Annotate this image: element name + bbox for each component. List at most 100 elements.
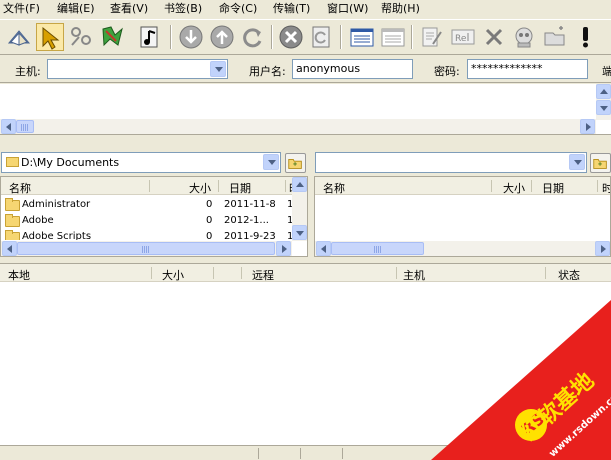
upload-icon[interactable] — [208, 23, 236, 51]
list-item[interactable]: Administrator 0 2011-11-8 1 — [1, 197, 293, 213]
col-divider[interactable] — [149, 180, 150, 192]
col-size[interactable]: 大小 — [189, 180, 211, 196]
scroll-left-icon[interactable] — [2, 241, 17, 256]
host-dropdown-button[interactable] — [210, 61, 226, 77]
queue-col-remote[interactable]: 远程 — [252, 267, 274, 283]
col-divider[interactable] — [241, 267, 242, 279]
rename-icon[interactable]: Re — [449, 23, 477, 51]
local-browse-folder-icon[interactable] — [285, 153, 306, 173]
menu-file[interactable]: 文件(F) — [3, 2, 40, 15]
remote-horizontal-scrollbar[interactable] — [315, 241, 610, 256]
menu-window[interactable]: 窗口(W) — [327, 2, 368, 15]
col-name[interactable]: 名称 — [323, 180, 345, 196]
disconnect-icon[interactable] — [98, 23, 126, 51]
queue-col-local[interactable]: 本地 — [8, 267, 30, 283]
music-icon[interactable] — [137, 23, 165, 51]
col-date[interactable]: 日期 — [229, 180, 251, 196]
scrollbar-thumb[interactable] — [16, 120, 34, 133]
local-path-combobox[interactable]: D:\My Documents — [1, 152, 281, 173]
stop-icon[interactable] — [277, 23, 305, 51]
toolbar: Re — [0, 19, 611, 55]
scroll-left-icon[interactable] — [316, 241, 331, 256]
scrollbar-thumb[interactable] — [331, 242, 424, 255]
list-item[interactable]: Adobe Scripts 0 2011-9-23 1 — [1, 229, 292, 240]
local-path-dropdown-button[interactable] — [263, 154, 279, 170]
local-pane: D:\My Documents 名称 大小 日期 时 Administrator… — [0, 146, 308, 259]
status-cell — [258, 448, 298, 459]
info-icon[interactable] — [572, 23, 600, 51]
password-label: 密码: — [434, 65, 460, 78]
download-icon[interactable] — [177, 23, 205, 51]
password-value: ************* — [471, 62, 543, 75]
queue-col-status[interactable]: 状态 — [558, 267, 580, 283]
remote-path-dropdown-button[interactable] — [569, 154, 585, 170]
scroll-left-icon[interactable] — [1, 119, 16, 134]
quickconnect-bar: 主机: 用户名: anonymous 密码: ************* 端 — [0, 56, 611, 83]
scroll-right-icon[interactable] — [580, 119, 595, 134]
col-divider[interactable] — [531, 180, 532, 192]
col-divider[interactable] — [597, 180, 598, 192]
scroll-down-icon[interactable] — [292, 225, 307, 240]
col-time[interactable]: 时 — [602, 180, 610, 196]
details-view-icon[interactable] — [379, 23, 407, 51]
file-name: Administrator — [22, 199, 91, 210]
scroll-right-icon[interactable] — [595, 241, 610, 256]
delete-icon[interactable] — [480, 23, 508, 51]
properties-icon[interactable] — [510, 23, 538, 51]
status-cell — [300, 448, 340, 459]
remote-path-combobox[interactable] — [315, 152, 587, 173]
connect-icon[interactable] — [36, 23, 64, 51]
queue-col-size[interactable]: 大小 — [162, 267, 184, 283]
local-horizontal-scrollbar[interactable] — [1, 241, 292, 256]
menu-bookmarks[interactable]: 书签(B) — [164, 2, 202, 15]
status-cell — [342, 448, 382, 459]
refresh-page-icon[interactable] — [308, 23, 336, 51]
folder-icon — [5, 214, 20, 227]
menu-transfer[interactable]: 传输(T) — [273, 2, 310, 15]
col-divider[interactable] — [491, 180, 492, 192]
queue-col-host[interactable]: 主机 — [403, 267, 425, 283]
refresh-icon[interactable] — [239, 23, 267, 51]
port-label: 端 — [602, 65, 611, 78]
col-divider[interactable] — [213, 267, 214, 279]
col-divider[interactable] — [545, 267, 546, 279]
remote-browse-folder-icon[interactable] — [590, 153, 611, 173]
list-item[interactable]: Adobe 0 2012-1... 1 — [1, 213, 293, 229]
remote-pane: 名称 大小 日期 时 — [314, 146, 611, 259]
menu-bar: 文件(F) 编辑(E) 查看(V) 书签(B) 命令(C) 传输(T) 窗口(W… — [0, 0, 611, 18]
log-horizontal-scrollbar[interactable] — [0, 119, 596, 134]
col-name[interactable]: 名称 — [9, 180, 31, 196]
scroll-up-icon[interactable] — [596, 84, 611, 99]
scroll-down-icon[interactable] — [596, 100, 611, 115]
edit-icon[interactable] — [418, 23, 446, 51]
col-date[interactable]: 日期 — [542, 180, 564, 196]
list-view-icon[interactable] — [348, 23, 376, 51]
file-name: Adobe — [22, 215, 54, 226]
password-input[interactable]: ************* — [467, 59, 588, 79]
user-input[interactable]: anonymous — [292, 59, 413, 79]
host-input[interactable] — [47, 59, 228, 79]
col-divider[interactable] — [396, 267, 397, 279]
scrollbar-thumb[interactable] — [17, 242, 275, 255]
menu-help[interactable]: 帮助(H) — [381, 2, 420, 15]
toolbar-separator — [411, 25, 413, 49]
local-vertical-scrollbar[interactable] — [292, 177, 307, 241]
scroll-up-icon[interactable] — [292, 177, 307, 192]
new-folder-icon[interactable] — [541, 23, 569, 51]
col-divider[interactable] — [218, 180, 219, 192]
menu-view[interactable]: 查看(V) — [110, 2, 148, 15]
open-site-manager-icon[interactable] — [5, 23, 33, 51]
menu-edit[interactable]: 编辑(E) — [57, 2, 95, 15]
col-divider[interactable] — [151, 267, 152, 279]
file-size: 0 — [206, 215, 213, 226]
menu-commands[interactable]: 命令(C) — [219, 2, 257, 15]
reconnect-icon[interactable] — [67, 23, 95, 51]
col-divider[interactable] — [285, 180, 286, 192]
log-vertical-scrollbar[interactable] — [596, 84, 611, 120]
col-size[interactable]: 大小 — [503, 180, 525, 196]
folder-icon — [5, 198, 20, 211]
folder-icon — [5, 230, 20, 240]
local-file-list: 名称 大小 日期 时 Administrator 0 2011-11-8 1 A… — [0, 176, 308, 257]
scroll-right-icon[interactable] — [276, 241, 291, 256]
queue-header: 本地 大小 远程 主机 状态 — [0, 264, 611, 282]
